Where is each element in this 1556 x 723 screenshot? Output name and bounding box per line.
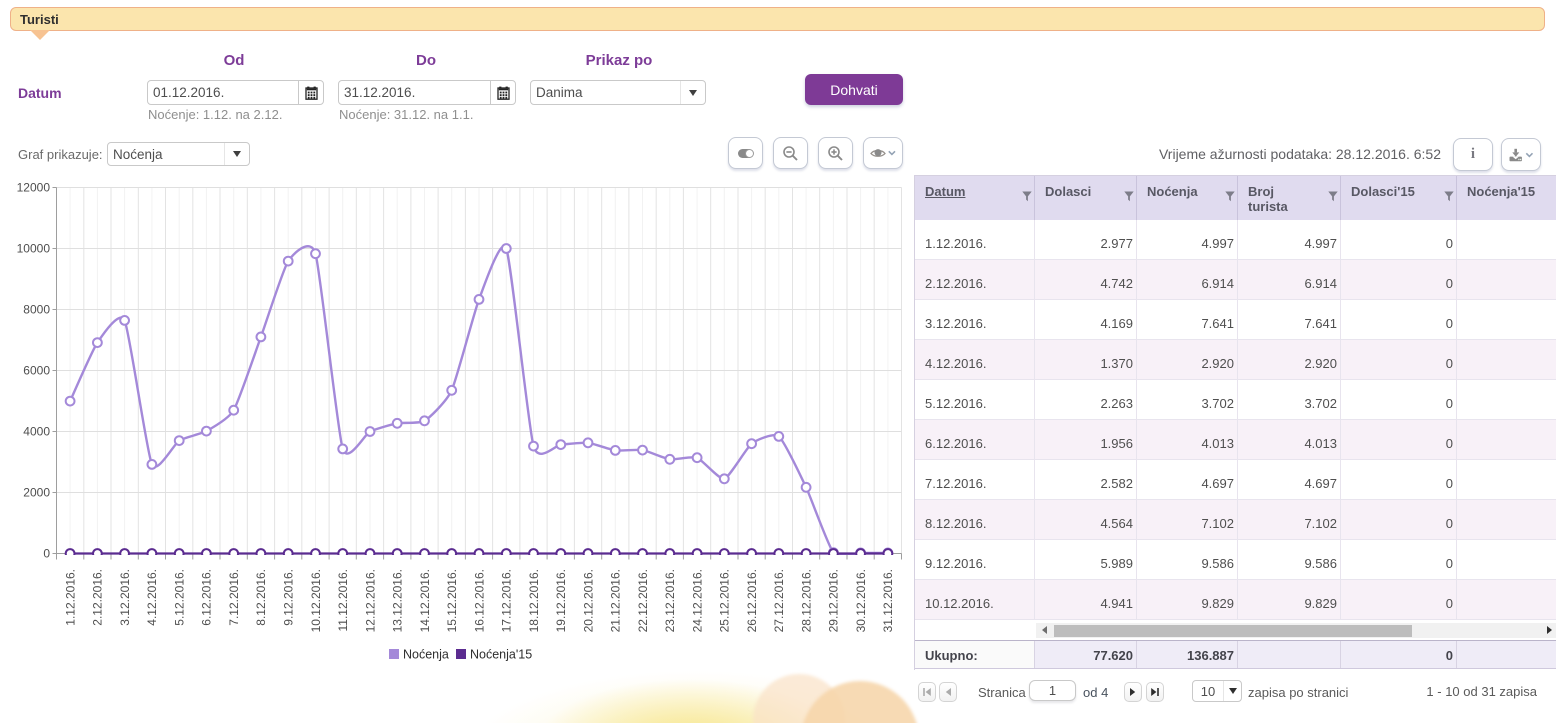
svg-text:4000: 4000: [23, 425, 50, 439]
svg-text:25.12.2016.: 25.12.2016.: [718, 569, 732, 632]
svg-text:1.12.2016.: 1.12.2016.: [63, 569, 77, 626]
svg-text:6000: 6000: [23, 364, 50, 378]
svg-text:31.12.2016.: 31.12.2016.: [881, 569, 895, 632]
svg-text:22.12.2016.: 22.12.2016.: [636, 569, 650, 632]
svg-text:29.12.2016.: 29.12.2016.: [827, 569, 841, 632]
svg-text:2000: 2000: [23, 486, 50, 500]
svg-text:3.12.2016.: 3.12.2016.: [118, 569, 132, 626]
svg-text:27.12.2016.: 27.12.2016.: [772, 569, 786, 632]
svg-text:14.12.2016.: 14.12.2016.: [418, 569, 432, 632]
svg-text:5.12.2016.: 5.12.2016.: [173, 569, 187, 626]
svg-text:9.12.2016.: 9.12.2016.: [282, 569, 296, 626]
svg-text:21.12.2016.: 21.12.2016.: [609, 569, 623, 632]
svg-text:Noćenja: Noćenja: [403, 648, 449, 662]
svg-text:15.12.2016.: 15.12.2016.: [445, 569, 459, 632]
svg-text:18.12.2016.: 18.12.2016.: [527, 569, 541, 632]
svg-text:16.12.2016.: 16.12.2016.: [472, 569, 486, 632]
svg-text:2.12.2016.: 2.12.2016.: [91, 569, 105, 626]
svg-text:13.12.2016.: 13.12.2016.: [391, 569, 405, 632]
svg-text:0: 0: [43, 547, 50, 561]
svg-text:4.12.2016.: 4.12.2016.: [145, 569, 159, 626]
svg-text:24.12.2016.: 24.12.2016.: [690, 569, 704, 632]
svg-text:30.12.2016.: 30.12.2016.: [854, 569, 868, 632]
svg-text:26.12.2016.: 26.12.2016.: [745, 569, 759, 632]
svg-text:8000: 8000: [23, 303, 50, 317]
svg-text:23.12.2016.: 23.12.2016.: [663, 569, 677, 632]
svg-text:19.12.2016.: 19.12.2016.: [554, 569, 568, 632]
svg-text:8.12.2016.: 8.12.2016.: [254, 569, 268, 626]
svg-text:12.12.2016.: 12.12.2016.: [363, 569, 377, 632]
svg-text:Noćenja'15: Noćenja'15: [470, 648, 532, 662]
svg-text:11.12.2016.: 11.12.2016.: [336, 569, 350, 632]
svg-text:17.12.2016.: 17.12.2016.: [500, 569, 514, 632]
svg-text:10.12.2016.: 10.12.2016.: [309, 569, 323, 632]
svg-text:6.12.2016.: 6.12.2016.: [200, 569, 214, 626]
svg-text:10000: 10000: [17, 242, 51, 256]
svg-text:20.12.2016.: 20.12.2016.: [581, 569, 595, 632]
svg-text:7.12.2016.: 7.12.2016.: [227, 569, 241, 626]
svg-text:28.12.2016.: 28.12.2016.: [799, 569, 813, 632]
svg-text:12000: 12000: [17, 181, 51, 195]
